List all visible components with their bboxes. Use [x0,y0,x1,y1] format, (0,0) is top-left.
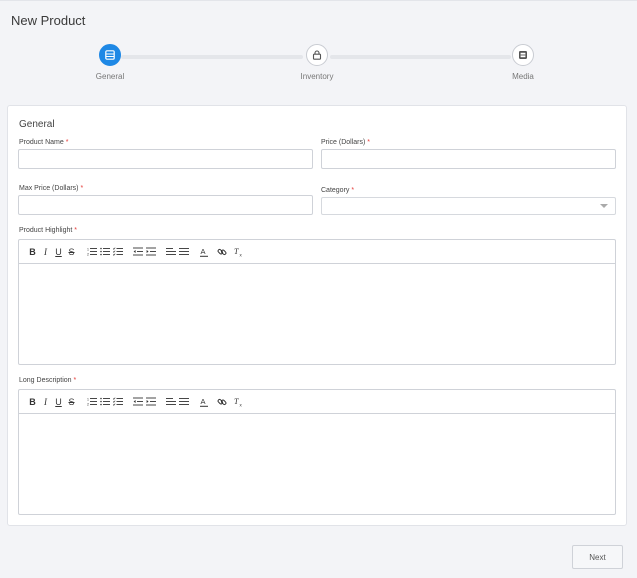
svg-text:A: A [200,397,205,406]
form-icon [105,50,115,60]
svg-text:x: x [240,402,243,407]
price-label: Price (Dollars) * [321,139,371,146]
text-color-icon[interactable]: A [198,395,209,409]
ordered-list-icon[interactable]: 12 [86,395,97,409]
bold-icon[interactable]: B [27,395,38,409]
next-button[interactable]: Next [572,545,623,569]
bullet-list-icon[interactable] [99,395,110,409]
required-mark: * [74,227,77,234]
strikethrough-icon[interactable]: S [66,245,77,259]
step-media[interactable]: Media [478,44,568,81]
link-icon[interactable] [216,395,227,409]
editor-toolbar: B I U S 12 A T x [19,390,615,414]
required-mark: * [367,139,371,146]
product-highlight-content[interactable] [19,264,615,364]
align-left-icon[interactable] [165,395,176,409]
svg-text:x: x [240,252,243,257]
svg-text:2: 2 [87,253,89,257]
svg-text:1: 1 [87,398,89,402]
editor-toolbar: B I U S 12 A T x [19,240,615,264]
underline-icon[interactable]: U [53,245,64,259]
underline-icon[interactable]: U [53,395,64,409]
section-title: General [19,119,55,130]
page-title: New Product [11,13,86,28]
bullet-list-icon[interactable] [99,245,110,259]
check-list-icon[interactable] [112,395,123,409]
step-general[interactable]: General [65,44,155,81]
product-highlight-label: Product Highlight * [19,227,77,234]
lock-icon [312,50,322,60]
step-media-circle [512,44,534,66]
step-label: General [95,72,125,81]
step-inventory[interactable]: Inventory [272,44,362,81]
long-description-label: Long Description * [19,377,77,384]
product-name-input[interactable] [18,149,313,169]
align-justify-icon[interactable] [178,395,189,409]
top-border [0,0,637,1]
category-select[interactable] [321,197,616,215]
link-icon[interactable] [216,245,227,259]
strikethrough-icon[interactable]: S [66,395,77,409]
max-price-input[interactable] [18,195,313,215]
stepper: General Inventory Media [0,44,637,88]
svg-text:A: A [200,247,205,256]
svg-text:2: 2 [87,403,89,407]
align-left-icon[interactable] [165,245,176,259]
long-description-content[interactable] [19,414,615,514]
svg-text:1: 1 [87,248,89,252]
price-input[interactable] [321,149,616,169]
indent-icon[interactable] [145,395,156,409]
chevron-down-icon [600,204,608,208]
step-label: Inventory [300,72,334,81]
svg-text:T: T [234,247,239,256]
clear-format-icon[interactable]: Tx [234,245,245,259]
required-mark: * [73,377,77,384]
ordered-list-icon[interactable]: 12 [86,245,97,259]
svg-text:T: T [234,397,239,406]
step-label: Media [512,72,534,81]
outdent-icon[interactable] [132,395,143,409]
align-justify-icon[interactable] [178,245,189,259]
long-description-editor: B I U S 12 A T x [18,389,616,515]
italic-icon[interactable]: I [40,395,51,409]
product-name-label: Product Name * [19,139,69,146]
product-highlight-editor: B I U S 12 A T x [18,239,616,365]
max-price-label: Max Price (Dollars) * [19,185,84,192]
form-card: General Product Name * Price (Dollars) *… [7,105,627,526]
check-list-icon[interactable] [112,245,123,259]
required-mark: * [65,139,69,146]
required-mark: * [80,185,84,192]
step-inventory-circle [306,44,328,66]
category-label: Category * [321,187,355,194]
media-icon [519,51,527,59]
required-mark: * [351,187,355,194]
bold-icon[interactable]: B [27,245,38,259]
italic-icon[interactable]: I [40,245,51,259]
outdent-icon[interactable] [132,245,143,259]
clear-format-icon[interactable]: Tx [234,395,245,409]
indent-icon[interactable] [145,245,156,259]
text-color-icon[interactable]: A [198,245,209,259]
step-general-circle [99,44,121,66]
